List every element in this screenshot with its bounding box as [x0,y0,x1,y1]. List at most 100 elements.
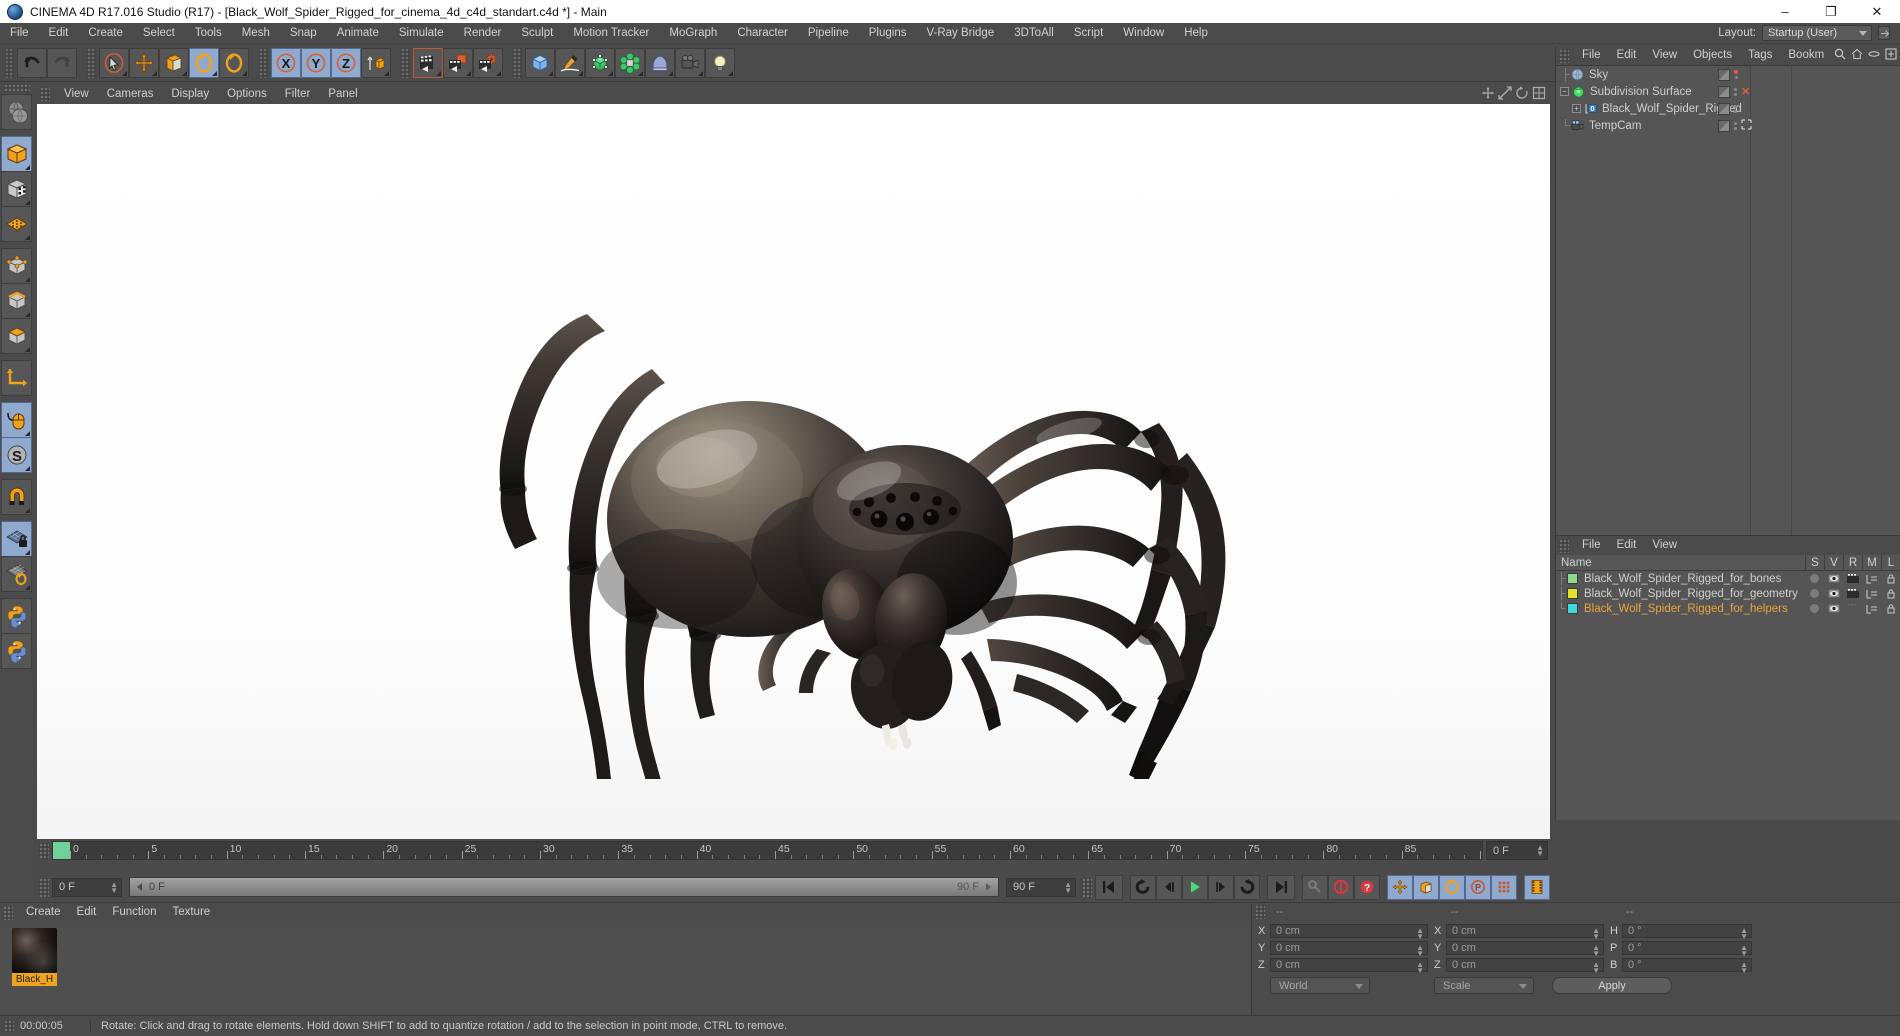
menu-render[interactable]: Render [454,23,512,44]
object-tags-sky[interactable] [1718,68,1738,81]
coordinate-manager-grip-icon[interactable] [1255,904,1265,919]
points-mode-button[interactable] [1,248,32,284]
close-icon[interactable]: ✕ [1741,85,1750,98]
go-to-end-button[interactable] [1267,874,1295,900]
menu-vray-bridge[interactable]: V-Ray Bridge [916,23,1004,44]
stepper-icon-px[interactable]: ▲ ▼ [1416,926,1424,940]
layer-manager-grip-icon[interactable] [1559,538,1569,553]
object-tags-tempcam[interactable] [1718,118,1752,133]
object-manager-tree[interactable]: ├ Sky − Subdivision Surface ✕ + 0 Black_… [1556,65,1900,535]
menu-mesh[interactable]: Mesh [232,23,280,44]
layer-row-bones[interactable]: ├ Black_Wolf_Spider_Rigged_for_bones [1556,571,1900,586]
menu-simulate[interactable]: Simulate [389,23,454,44]
menu-character[interactable]: Character [727,23,798,44]
render-region-button[interactable] [1,94,32,130]
current-frame-stepper-icon[interactable]: ▲ ▼ [110,880,118,894]
viewport-canvas[interactable] [37,104,1550,839]
search-icon[interactable] [1834,48,1846,63]
coord-field-rot-h[interactable]: 0 ° ▲ ▼ [1622,923,1752,940]
status-grip-icon[interactable] [4,1020,14,1032]
world-object-axis-button[interactable] [361,47,391,78]
step-back-button[interactable] [1156,874,1182,900]
rotate-alt-button[interactable] [219,47,249,78]
transport-grip-icon[interactable] [39,878,49,898]
viewport-menu-filter[interactable]: Filter [276,84,320,104]
layer-visible-toggle-2[interactable] [1824,586,1843,601]
viewport-menu-options[interactable]: Options [218,84,276,104]
texture-mode-button[interactable] [1,171,32,207]
object-row-subdivision-surface[interactable]: − Subdivision Surface ✕ [1556,83,1900,100]
toolbar-grip-icon-2[interactable] [87,47,96,78]
object-menu-bookmarks[interactable]: Bookm [1780,46,1832,65]
axis-mode-button[interactable] [1,360,32,396]
coord-field-rot-b[interactable]: 0 ° ▲ ▼ [1622,957,1752,974]
layer-render-toggle[interactable] [1843,571,1862,586]
layer-col-s[interactable]: S [1805,554,1824,571]
minimize-button[interactable]: – [1762,0,1808,23]
add-cube-button[interactable] [525,47,555,78]
object-menu-file[interactable]: File [1574,46,1609,65]
rotate-view-icon[interactable] [1515,86,1529,100]
layout-expand-button[interactable] [1878,26,1890,40]
layout-select[interactable]: Startup (User) [1762,25,1872,41]
rotate-tool-button[interactable] [189,47,219,78]
object-menu-edit[interactable]: Edit [1609,46,1645,65]
add-spline-button[interactable] [555,47,585,78]
selection-tool-button[interactable] [99,47,129,78]
layer-col-l[interactable]: L [1881,554,1900,571]
material-menu-create[interactable]: Create [18,903,69,922]
viewport-menu-display[interactable]: Display [162,84,218,104]
play-button[interactable] [1182,874,1208,900]
add-light-button[interactable] [705,47,735,78]
add-generator-button[interactable] [585,47,615,78]
material-item-black-hairy[interactable]: Black_H [12,928,57,986]
menu-script[interactable]: Script [1064,23,1113,44]
toolbar-grip-icon[interactable] [5,47,14,78]
layer-render-toggle-2[interactable] [1843,586,1862,601]
object-row-sky[interactable]: ├ Sky [1556,66,1900,83]
menu-mograph[interactable]: MoGraph [659,23,727,44]
layer-menu-edit[interactable]: Edit [1609,536,1645,555]
object-row-black-wolf-spider-rigged[interactable]: + 0 Black_Wolf_Spider_Rigged [1556,100,1900,117]
layer-visible-toggle-3[interactable] [1824,601,1843,616]
maximize-view-icon[interactable] [1532,86,1546,100]
material-menu-edit[interactable]: Edit [69,903,105,922]
menu-edit[interactable]: Edit [39,23,79,44]
layer-color-swatch-2[interactable] [1567,588,1578,599]
scale-tool-button[interactable] [159,47,189,78]
apply-button[interactable]: Apply [1552,977,1672,994]
keyframe-help-button[interactable]: ? [1354,874,1380,900]
layer-color-swatch-3[interactable] [1567,603,1578,614]
point-level-anim-button[interactable] [1491,874,1517,900]
add-scene-button[interactable] [645,47,675,78]
render-view-button[interactable] [413,47,443,78]
timeline-current-frame-marker[interactable] [53,842,70,859]
stepper-icon-pz[interactable]: ▲ ▼ [1416,960,1424,974]
record-auto-key-button[interactable] [1302,874,1328,900]
coord-field-size-y[interactable]: 0 cm ▲ ▼ [1446,940,1604,957]
viewport-menu-cameras[interactable]: Cameras [98,84,163,104]
menu-window[interactable]: Window [1113,23,1174,44]
expand-expander-icon[interactable]: + [1572,104,1581,113]
time-slider[interactable]: 0 F 90 F [129,877,999,897]
menu-3dtoall[interactable]: 3DToAll [1004,23,1064,44]
go-to-start-button[interactable] [1095,874,1123,900]
python-script-button[interactable] [1,598,32,634]
scale-key-button[interactable] [1413,874,1439,900]
coord-field-pos-y[interactable]: 0 cm ▲ ▼ [1270,940,1428,957]
material-tag-icon[interactable] [1718,68,1730,81]
material-tag-icon-4[interactable] [1718,119,1730,132]
menu-help[interactable]: Help [1174,23,1218,44]
stepper-icon-sz[interactable]: ▲ ▼ [1592,960,1600,974]
left-toolbar-grip-icon[interactable] [3,84,30,92]
rotation-key-button[interactable] [1439,874,1465,900]
ellipse-icon[interactable] [1868,48,1880,63]
edges-mode-button[interactable] [1,283,32,319]
stepper-icon-py[interactable]: ▲ ▼ [1416,943,1424,957]
layer-col-v[interactable]: V [1824,554,1843,571]
autokeying-button[interactable] [1328,874,1354,900]
menu-tools[interactable]: Tools [185,23,232,44]
end-frame-stepper-icon[interactable]: ▲ ▼ [1064,880,1072,894]
material-tag-icon-2[interactable] [1718,85,1730,98]
play-reverse-loop-button[interactable] [1130,874,1156,900]
